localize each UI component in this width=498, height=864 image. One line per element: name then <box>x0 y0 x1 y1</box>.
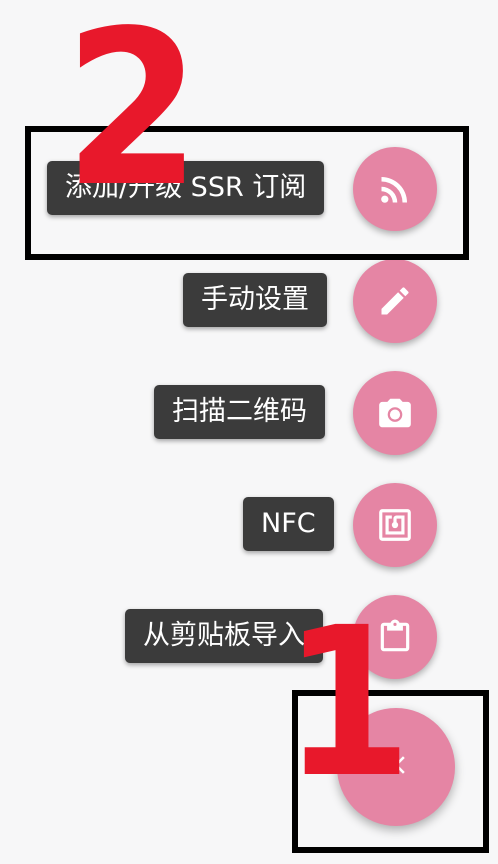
import-clipboard-label[interactable]: 从剪贴板导入 <box>125 609 323 663</box>
add-ssr-subscription-label[interactable]: 添加/升级 SSR 订阅 <box>47 161 325 215</box>
close-menu-button[interactable] <box>337 708 455 826</box>
pencil-icon <box>377 283 413 319</box>
rss-icon <box>377 171 413 207</box>
nfc-icon <box>376 506 414 544</box>
scan-qr-label[interactable]: 扫描二维码 <box>154 385 325 439</box>
scan-qr-button[interactable] <box>353 371 437 455</box>
manual-settings-label[interactable]: 手动设置 <box>183 273 327 327</box>
manual-settings-button[interactable] <box>353 259 437 343</box>
nfc-label[interactable]: NFC <box>243 497 334 551</box>
close-icon <box>381 750 411 784</box>
camera-icon <box>376 394 414 432</box>
clipboard-icon <box>376 618 414 656</box>
nfc-button[interactable] <box>353 483 437 567</box>
add-ssr-subscription-button[interactable] <box>353 147 437 231</box>
import-clipboard-button[interactable] <box>353 595 437 679</box>
